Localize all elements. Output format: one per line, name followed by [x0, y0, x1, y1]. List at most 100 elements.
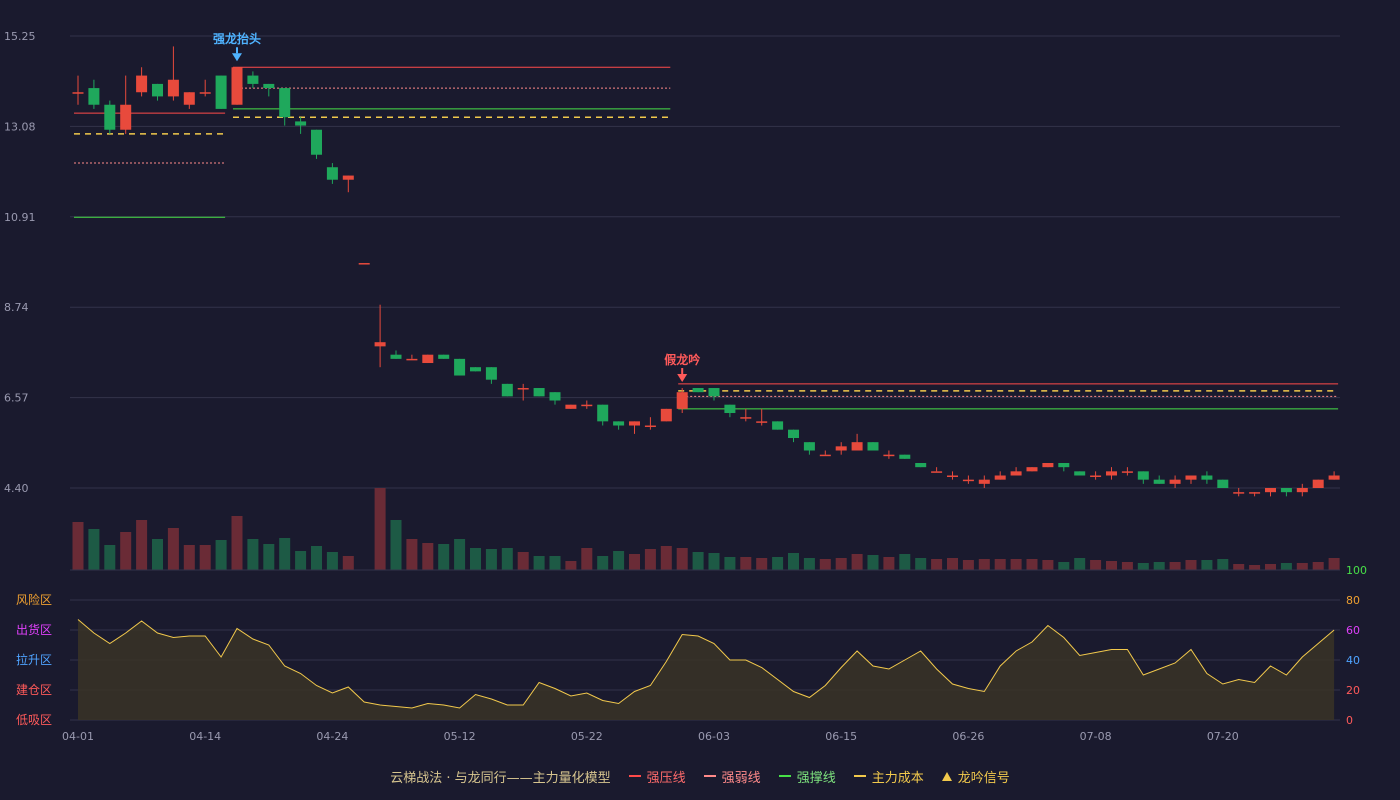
volume-bar — [501, 548, 513, 570]
candle-body — [167, 79, 179, 97]
candle-body — [613, 421, 625, 426]
x-tick-label: 04-14 — [189, 730, 221, 743]
candle-body — [1106, 471, 1117, 476]
volume-bar — [326, 552, 338, 570]
legend-title: 云梯战法 · 与龙同行——主力量化模型 — [390, 767, 610, 786]
volume-bar — [1185, 560, 1197, 570]
candle-body — [1233, 492, 1245, 494]
legend-cost-text: 主力成本 — [871, 770, 924, 786]
volume-bar — [629, 554, 640, 570]
volume-bar — [644, 549, 656, 570]
candle-body — [231, 67, 243, 105]
volume-bar — [517, 552, 529, 570]
price-tick-label: 15.25 — [4, 30, 36, 43]
indicator-zone-label: 拉升区 — [16, 652, 52, 667]
candle-body — [104, 104, 116, 130]
candle-body — [1137, 471, 1149, 480]
candle-body — [1280, 488, 1292, 493]
candle-body — [1296, 488, 1308, 493]
x-tick-label: 04-24 — [316, 730, 348, 743]
legend-item-signal: 龙吟信号 — [941, 767, 1010, 786]
x-tick-label: 06-15 — [825, 730, 857, 743]
indicator-tick-label: 0 — [1346, 714, 1353, 727]
volume-bar — [740, 557, 752, 570]
price-tick-label: 13.08 — [4, 120, 36, 133]
volume-bar — [772, 557, 784, 570]
candle-body — [1058, 463, 1070, 468]
candle-body — [629, 421, 640, 426]
legend-item-support: 强撑线 — [778, 767, 836, 786]
candle-body — [581, 404, 593, 407]
volume-bar — [104, 545, 116, 570]
volume-bar — [1328, 558, 1340, 570]
volume-bar — [406, 539, 418, 570]
x-tick-label: 07-08 — [1080, 730, 1112, 743]
volume-bar — [1233, 564, 1245, 570]
volume-bar — [1106, 561, 1117, 570]
candle-body — [1217, 479, 1229, 488]
volume-bar — [994, 559, 1006, 570]
volume-bar — [724, 557, 736, 570]
candle-body — [644, 425, 656, 428]
volume-bar — [167, 528, 179, 570]
candle-body — [915, 463, 927, 468]
indicator-zone-label: 建仓区 — [16, 683, 52, 697]
candle-body — [406, 358, 418, 361]
volume-bar — [867, 555, 879, 570]
x-tick-label: 04-01 — [62, 730, 94, 743]
candle-body — [1090, 475, 1102, 478]
volume-bar — [978, 559, 990, 570]
volume-bar — [1121, 562, 1133, 570]
candle-body — [183, 92, 195, 105]
legend-item-press: 强压线 — [628, 767, 686, 786]
candle-body — [136, 75, 148, 93]
indicator-tick-label: 80 — [1346, 594, 1360, 607]
volume-bar — [962, 560, 974, 570]
volume-bar — [1249, 565, 1261, 570]
signal-annotation: 假龙吟 — [664, 352, 700, 367]
indicator-tick-label: 100 — [1346, 564, 1367, 577]
candle-body — [756, 421, 768, 423]
volume-bar — [485, 549, 497, 570]
candle-body — [851, 442, 863, 451]
candle-body — [390, 354, 402, 359]
price-tick-label: 4.40 — [4, 482, 29, 495]
candle-body — [803, 442, 815, 451]
volume-bar — [803, 558, 815, 570]
volume-bar — [660, 546, 672, 570]
volume-bar — [422, 543, 434, 570]
volume-bar — [390, 520, 402, 570]
candle-body — [120, 104, 132, 130]
candle-body — [485, 367, 497, 380]
volume-bar — [1010, 559, 1022, 570]
legend-support-text: 强撑线 — [796, 770, 836, 786]
indicator-zone-label: 风险区 — [16, 592, 52, 607]
candle-body — [931, 471, 943, 473]
volume-bar — [597, 556, 609, 570]
volume-bar — [295, 551, 307, 570]
volume-bar — [915, 558, 927, 570]
candle-body — [1042, 463, 1054, 468]
signal-annotation: 强龙抬头 — [213, 31, 261, 46]
candle-body — [517, 388, 529, 390]
candle-body — [533, 388, 545, 397]
candle-body — [660, 408, 672, 422]
indicator-tick-label: 20 — [1346, 684, 1360, 697]
volume-bar — [72, 522, 84, 570]
candle-body — [1121, 471, 1133, 473]
candle-body — [1265, 488, 1276, 493]
candle-body — [72, 92, 84, 94]
volume-bar — [899, 554, 911, 570]
candle-body — [438, 354, 450, 359]
candle-body — [1312, 479, 1324, 488]
volume-bar — [1169, 562, 1181, 570]
volume-bar — [120, 532, 132, 570]
candle-body — [152, 83, 163, 97]
volume-bar — [311, 546, 322, 570]
candle-body — [326, 167, 338, 180]
candle-body — [422, 354, 434, 364]
indicator-tick-label: 40 — [1346, 654, 1360, 667]
volume-bar — [1217, 559, 1229, 570]
volume-bar — [676, 548, 688, 570]
volume-bar — [263, 544, 275, 570]
